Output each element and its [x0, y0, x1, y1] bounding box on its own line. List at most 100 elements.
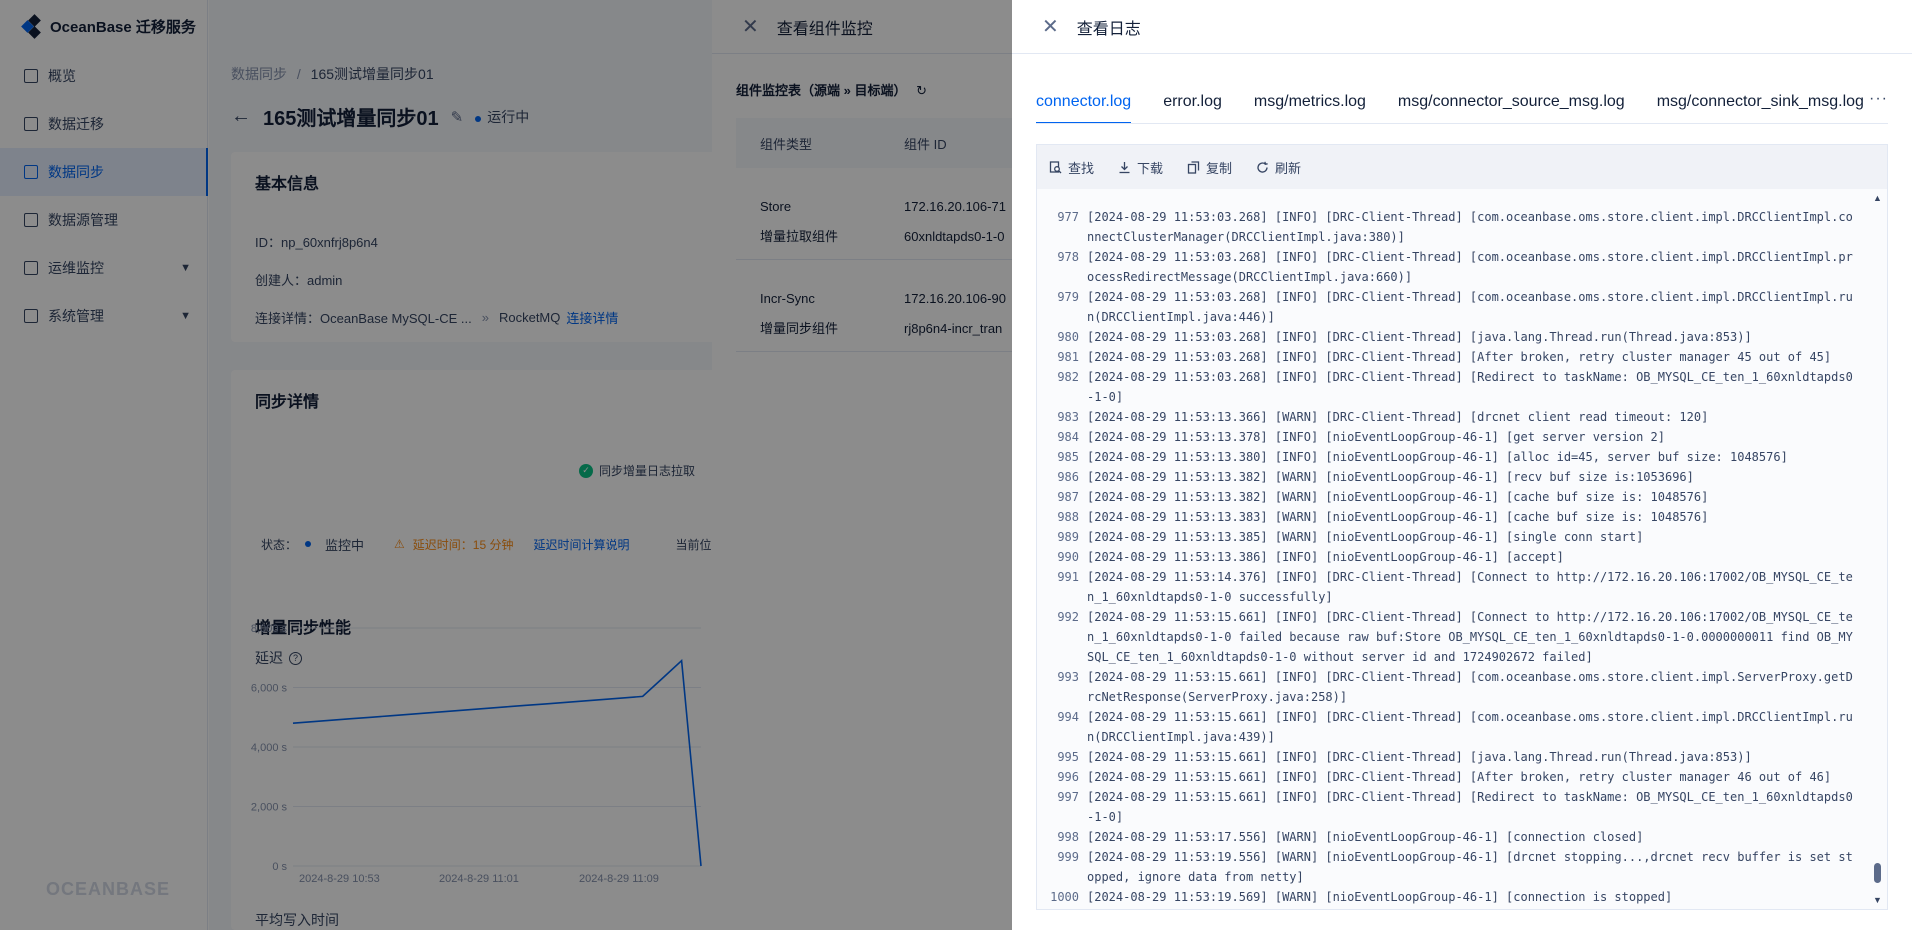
log-drawer: ✕ 查看日志 connector.log error.log msg/metri…: [1012, 0, 1912, 930]
log-line: 984 [2024-08-29 11:53:13.378] [INFO] [nio…: [1037, 427, 1867, 447]
refresh-label: 刷新: [1275, 160, 1302, 176]
log-line-text: [2024-08-29 11:53:15.661] [INFO] [DRC-Cl…: [1087, 670, 1853, 704]
log-line: 982 [2024-08-29 11:53:03.268] [INFO] [DRC…: [1037, 367, 1867, 407]
log-line-number: 997: [1057, 790, 1079, 804]
copy-icon: [1187, 160, 1200, 174]
log-line: 995 [2024-08-29 11:53:15.661] [INFO] [DRC…: [1037, 747, 1867, 767]
log-lines[interactable]: 977 [2024-08-29 11:53:03.268] [INFO] [DRC…: [1037, 189, 1867, 909]
log-line: 1000 [2024-08-29 11:53:19.569] [WARN] [ni…: [1037, 887, 1867, 907]
log-line-text: [2024-08-29 11:53:03.268] [INFO] [DRC-Cl…: [1087, 330, 1752, 344]
download-button[interactable]: 下载: [1118, 158, 1163, 177]
log-line-number: 992: [1057, 610, 1079, 624]
log-line: 999 [2024-08-29 11:53:19.556] [WARN] [nio…: [1037, 847, 1867, 887]
log-line-text: [2024-08-29 11:53:13.366] [WARN] [DRC-Cl…: [1087, 410, 1709, 424]
log-line-number: 993: [1057, 670, 1079, 684]
log-line-text: [2024-08-29 11:53:03.268] [INFO] [DRC-Cl…: [1087, 250, 1853, 284]
tab-error-log[interactable]: error.log: [1163, 80, 1222, 123]
log-line-number: 983: [1057, 410, 1079, 424]
log-line-number: 979: [1057, 290, 1079, 304]
log-line-number: 999: [1057, 850, 1079, 864]
tab-connector-log[interactable]: connector.log: [1036, 80, 1132, 123]
log-line: 994 [2024-08-29 11:53:15.661] [INFO] [DRC…: [1037, 707, 1867, 747]
download-icon: [1119, 161, 1130, 173]
log-drawer-title: 查看日志: [1076, 20, 1141, 38]
log-line: 979 [2024-08-29 11:53:03.268] [INFO] [DRC…: [1037, 287, 1867, 327]
tab-metrics-log[interactable]: msg/metrics.log: [1254, 80, 1366, 123]
log-line-number: 982: [1057, 370, 1079, 384]
log-line-text: [2024-08-29 11:53:13.382] [WARN] [nioEve…: [1087, 490, 1709, 504]
log-line-text: [2024-08-29 11:53:15.661] [INFO] [DRC-Cl…: [1087, 770, 1832, 784]
find-button[interactable]: 查找: [1049, 158, 1094, 177]
log-line-text: [2024-08-29 11:53:13.380] [INFO] [nioEve…: [1087, 450, 1788, 464]
log-line: 983 [2024-08-29 11:53:13.366] [WARN] [DRC…: [1037, 407, 1867, 427]
log-line: 988 [2024-08-29 11:53:13.383] [WARN] [nio…: [1037, 507, 1867, 527]
log-line-number: 981: [1057, 350, 1079, 364]
component-monitor-drawer: ✕ 查看组件监控 组件监控表（源端 » 目标端） ↻ 组件类型 组件 ID St…: [712, 0, 1012, 930]
log-line: 977 [2024-08-29 11:53:03.268] [INFO] [DRC…: [1037, 207, 1867, 247]
log-line: 987 [2024-08-29 11:53:13.382] [WARN] [nio…: [1037, 487, 1867, 507]
log-line: 998 [2024-08-29 11:53:17.556] [WARN] [nio…: [1037, 827, 1867, 847]
tab-source-msg-log[interactable]: msg/connector_source_msg.log: [1398, 80, 1625, 123]
log-line-number: 977: [1057, 210, 1079, 224]
log-line-number: 990: [1057, 550, 1079, 564]
log-line-text: [2024-08-29 11:53:19.569] [WARN] [nioEve…: [1087, 890, 1673, 904]
log-line-number: 998: [1057, 830, 1079, 844]
log-line-text: [2024-08-29 11:53:15.661] [INFO] [DRC-Cl…: [1087, 710, 1853, 744]
log-line-text: [2024-08-29 11:53:13.378] [INFO] [nioEve…: [1087, 430, 1665, 444]
close-icon[interactable]: ✕: [1042, 17, 1059, 37]
log-tabs: connector.log error.log msg/metrics.log …: [1036, 80, 1888, 124]
log-line-number: 984: [1057, 430, 1079, 444]
log-line-number: 978: [1057, 250, 1079, 264]
log-drawer-header: ✕ 查看日志: [1012, 0, 1912, 54]
log-line-number: 991: [1057, 570, 1079, 584]
log-line: 993 [2024-08-29 11:53:15.661] [INFO] [DRC…: [1037, 667, 1867, 707]
log-viewer: 查找 下载 复制 刷新 977 [2024-08-29 11:53:03.268]…: [1036, 144, 1888, 910]
drawer-mask: [712, 0, 1012, 930]
log-line: 980 [2024-08-29 11:53:03.268] [INFO] [DRC…: [1037, 327, 1867, 347]
scroll-thumb[interactable]: [1874, 863, 1881, 883]
scroll-down-icon[interactable]: ▼: [1873, 895, 1882, 905]
log-line-number: 989: [1057, 530, 1079, 544]
log-line-text: [2024-08-29 11:53:19.556] [WARN] [nioEve…: [1087, 850, 1853, 884]
download-label: 下载: [1137, 160, 1164, 176]
log-toolbar: 查找 下载 复制 刷新: [1037, 145, 1887, 189]
log-line-text: [2024-08-29 11:53:03.268] [INFO] [DRC-Cl…: [1087, 370, 1853, 404]
log-line: 986 [2024-08-29 11:53:13.382] [WARN] [nio…: [1037, 467, 1867, 487]
log-line-text: [2024-08-29 11:53:03.268] [INFO] [DRC-Cl…: [1087, 350, 1832, 364]
log-line-number: 985: [1057, 450, 1079, 464]
refresh-button[interactable]: 刷新: [1256, 158, 1301, 177]
log-line-number: 1000: [1050, 890, 1079, 904]
log-line-text: [2024-08-29 11:53:03.268] [INFO] [DRC-Cl…: [1087, 290, 1853, 324]
log-line-text: [2024-08-29 11:53:13.382] [WARN] [nioEve…: [1087, 470, 1694, 484]
tab-sink-msg-log[interactable]: msg/connector_sink_msg.log: [1657, 80, 1864, 123]
log-line: 997 [2024-08-29 11:53:15.661] [INFO] [DRC…: [1037, 787, 1867, 827]
log-line-text: [2024-08-29 11:53:14.376] [INFO] [DRC-Cl…: [1087, 570, 1853, 604]
find-label: 查找: [1068, 160, 1095, 176]
more-tabs-icon[interactable]: ···: [1869, 90, 1888, 108]
scroll-up-icon[interactable]: ▲: [1873, 193, 1882, 203]
log-line-text: [2024-08-29 11:53:15.661] [INFO] [DRC-Cl…: [1087, 750, 1752, 764]
log-line-number: 988: [1057, 510, 1079, 524]
log-line-text: [2024-08-29 11:53:15.661] [INFO] [DRC-Cl…: [1087, 790, 1853, 824]
log-line: 996 [2024-08-29 11:53:15.661] [INFO] [DRC…: [1037, 767, 1867, 787]
log-line: 985 [2024-08-29 11:53:13.380] [INFO] [nio…: [1037, 447, 1867, 467]
log-line-text: [2024-08-29 11:53:13.386] [INFO] [nioEve…: [1087, 550, 1564, 564]
log-line: 989 [2024-08-29 11:53:13.385] [WARN] [nio…: [1037, 527, 1867, 547]
log-line-number: 980: [1057, 330, 1079, 344]
log-line-number: 994: [1057, 710, 1079, 724]
log-line-text: [2024-08-29 11:53:15.661] [INFO] [DRC-Cl…: [1087, 610, 1853, 664]
search-icon: [1049, 160, 1062, 173]
log-line-number: 987: [1057, 490, 1079, 504]
log-line-text: [2024-08-29 11:53:17.556] [WARN] [nioEve…: [1087, 830, 1644, 844]
log-line: 978 [2024-08-29 11:53:03.268] [INFO] [DRC…: [1037, 247, 1867, 287]
log-line-number: 996: [1057, 770, 1079, 784]
log-line: 981 [2024-08-29 11:53:03.268] [INFO] [DRC…: [1037, 347, 1867, 367]
copy-label: 复制: [1206, 160, 1233, 176]
log-line: 992 [2024-08-29 11:53:15.661] [INFO] [DRC…: [1037, 607, 1867, 667]
log-line: 990 [2024-08-29 11:53:13.386] [INFO] [nio…: [1037, 547, 1867, 567]
refresh-icon: [1257, 161, 1268, 173]
log-line-text: [2024-08-29 11:53:03.268] [INFO] [DRC-Cl…: [1087, 210, 1853, 244]
scrollbar[interactable]: ▲ ▼: [1871, 193, 1885, 905]
copy-button[interactable]: 复制: [1187, 158, 1232, 177]
log-line-text: [2024-08-29 11:53:13.383] [WARN] [nioEve…: [1087, 510, 1709, 524]
